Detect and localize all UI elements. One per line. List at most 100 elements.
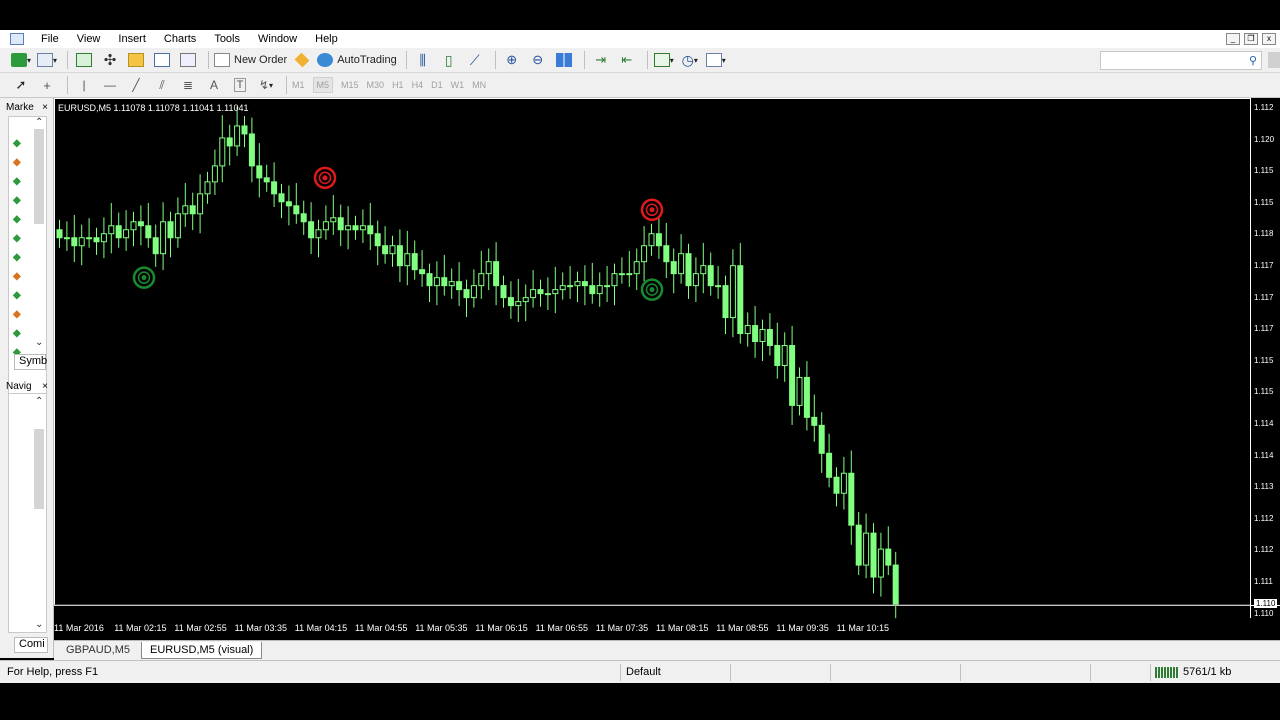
price-down-icon[interactable]: ◆ <box>13 310 23 320</box>
text-label-tool[interactable]: T <box>229 75 251 95</box>
sell-signal-marker[interactable] <box>640 198 664 222</box>
chart-window[interactable]: EURUSD,M5 1.11078 1.11078 1.11041 1.1104… <box>54 98 1280 649</box>
scrollbar-thumb[interactable] <box>34 129 44 224</box>
timeframe-d1[interactable]: D1 <box>431 80 443 90</box>
price-up-icon[interactable]: ◆ <box>13 215 23 225</box>
minimize-icon[interactable]: _ <box>1226 33 1240 45</box>
candle <box>848 450 855 545</box>
menu-file[interactable]: File <box>32 30 68 48</box>
price-up-icon[interactable]: ◆ <box>13 139 23 149</box>
metaeditor-button[interactable] <box>291 50 313 70</box>
periods-button[interactable]: ◷ ▾ <box>679 50 701 70</box>
close-icon[interactable]: x <box>1262 33 1276 45</box>
menu-tools[interactable]: Tools <box>205 30 249 48</box>
tab-symbols[interactable]: Symb <box>14 354 47 370</box>
tile-windows-button[interactable] <box>553 50 575 70</box>
crosshair-tool[interactable]: + <box>36 75 58 95</box>
menu-insert[interactable]: Insert <box>109 30 155 48</box>
scroll-down-icon[interactable]: ⌄ <box>35 337 43 348</box>
timeframe-h4[interactable]: H4 <box>412 80 424 90</box>
candlestick-chart[interactable] <box>54 98 1280 636</box>
candle <box>537 279 544 307</box>
scroll-up-icon[interactable]: ⌃ <box>35 396 43 407</box>
menu-help[interactable]: Help <box>306 30 347 48</box>
price-up-icon[interactable]: ◆ <box>13 329 23 339</box>
price-up-icon[interactable]: ◆ <box>13 253 23 263</box>
zoom-out-button[interactable]: ⊖ <box>527 50 549 70</box>
horizontal-line-tool[interactable]: — <box>99 75 121 95</box>
trendline-tool[interactable]: ╱ <box>125 75 147 95</box>
restore-icon[interactable]: ❐ <box>1244 33 1258 45</box>
new-chart-button[interactable]: ▾ <box>10 50 32 70</box>
candle <box>752 305 759 358</box>
current-price-tag: 1.110 <box>1254 599 1278 608</box>
timeframe-m30[interactable]: M30 <box>367 80 385 90</box>
timeframe-m5[interactable]: M5 <box>312 77 334 93</box>
indicators-button[interactable]: ▾ <box>653 50 675 70</box>
candle <box>197 174 204 234</box>
timeframe-mn[interactable]: MN <box>472 80 486 90</box>
tab-gbpaud[interactable]: GBPAUD,M5 <box>58 642 138 659</box>
new-order-button[interactable]: New Order <box>214 50 287 70</box>
scroll-down-icon[interactable]: ⌄ <box>35 619 43 630</box>
scroll-up-icon[interactable]: ⌃ <box>35 117 43 128</box>
bar-chart-button[interactable]: ⫼ <box>412 50 434 70</box>
time-tick-label: 11 Mar 09:35 <box>776 623 829 633</box>
templates-button[interactable]: ▾ <box>705 50 727 70</box>
price-tick-label: 1.115 <box>1254 166 1274 176</box>
price-up-icon[interactable]: ◆ <box>13 234 23 244</box>
strategy-tester-button[interactable] <box>177 50 199 70</box>
terminal-button[interactable] <box>151 50 173 70</box>
candle <box>522 284 529 322</box>
price-up-icon[interactable]: ◆ <box>13 291 23 301</box>
candle <box>559 272 566 300</box>
candlestick-button[interactable]: ▯ <box>438 50 460 70</box>
chart-frame <box>54 98 1251 606</box>
time-tick-label: 11 Mar 06:55 <box>535 623 588 633</box>
menu-view[interactable]: View <box>68 30 110 48</box>
timeframe-m1[interactable]: M1 <box>292 80 305 90</box>
candle <box>404 230 411 286</box>
market-watch-button[interactable] <box>73 50 95 70</box>
timeframe-h1[interactable]: H1 <box>392 80 404 90</box>
buy-signal-marker[interactable] <box>132 266 156 289</box>
arrows-tool[interactable]: ↯ ▾ <box>255 75 277 95</box>
buy-signal-marker[interactable] <box>640 278 664 301</box>
navigator-button[interactable] <box>125 50 147 70</box>
candle <box>692 257 699 303</box>
search-input[interactable]: ⚲ <box>1100 51 1262 70</box>
price-down-icon[interactable]: ◆ <box>13 158 23 168</box>
chart-shift-icon: ⇤ <box>621 52 633 67</box>
candle <box>359 209 366 243</box>
tab-eurusd-visual[interactable]: EURUSD,M5 (visual) <box>141 642 263 659</box>
close-icon[interactable]: × <box>42 102 48 113</box>
tab-common[interactable]: Comi <box>14 637 48 653</box>
indicators-icon <box>653 53 670 67</box>
vertical-line-tool[interactable]: | <box>73 75 95 95</box>
text-tool[interactable]: A <box>203 75 225 95</box>
auto-scroll-button[interactable]: ⇥ <box>590 50 612 70</box>
close-icon[interactable]: × <box>42 381 48 392</box>
scrollbar-thumb[interactable] <box>34 429 44 509</box>
line-chart-button[interactable]: ⟋ <box>464 50 486 70</box>
menu-charts[interactable]: Charts <box>155 30 205 48</box>
chart-shift-button[interactable]: ⇤ <box>616 50 638 70</box>
data-window-button[interactable]: ✣ <box>99 50 121 70</box>
mailbox-icon[interactable] <box>1268 52 1280 68</box>
timeframe-m15[interactable]: M15 <box>341 80 359 90</box>
price-up-icon[interactable]: ◆ <box>13 196 23 206</box>
fibonacci-tool[interactable]: ≣ <box>177 75 199 95</box>
sell-signal-marker[interactable] <box>313 166 337 190</box>
profiles-button[interactable]: ▾ <box>36 50 58 70</box>
chart-header: EURUSD,M5 1.11078 1.11078 1.11041 1.1104… <box>58 103 249 113</box>
status-divider <box>620 664 621 681</box>
channel-tool[interactable]: ⫽ <box>151 75 173 95</box>
cursor-tool[interactable]: ➚ <box>10 75 32 95</box>
text-label-icon: T <box>233 78 247 92</box>
menu-window[interactable]: Window <box>249 30 306 48</box>
autotrading-button[interactable]: AutoTrading <box>317 50 397 70</box>
zoom-in-button[interactable]: ⊕ <box>501 50 523 70</box>
price-up-icon[interactable]: ◆ <box>13 177 23 187</box>
timeframe-w1[interactable]: W1 <box>451 80 465 90</box>
price-down-icon[interactable]: ◆ <box>13 272 23 282</box>
